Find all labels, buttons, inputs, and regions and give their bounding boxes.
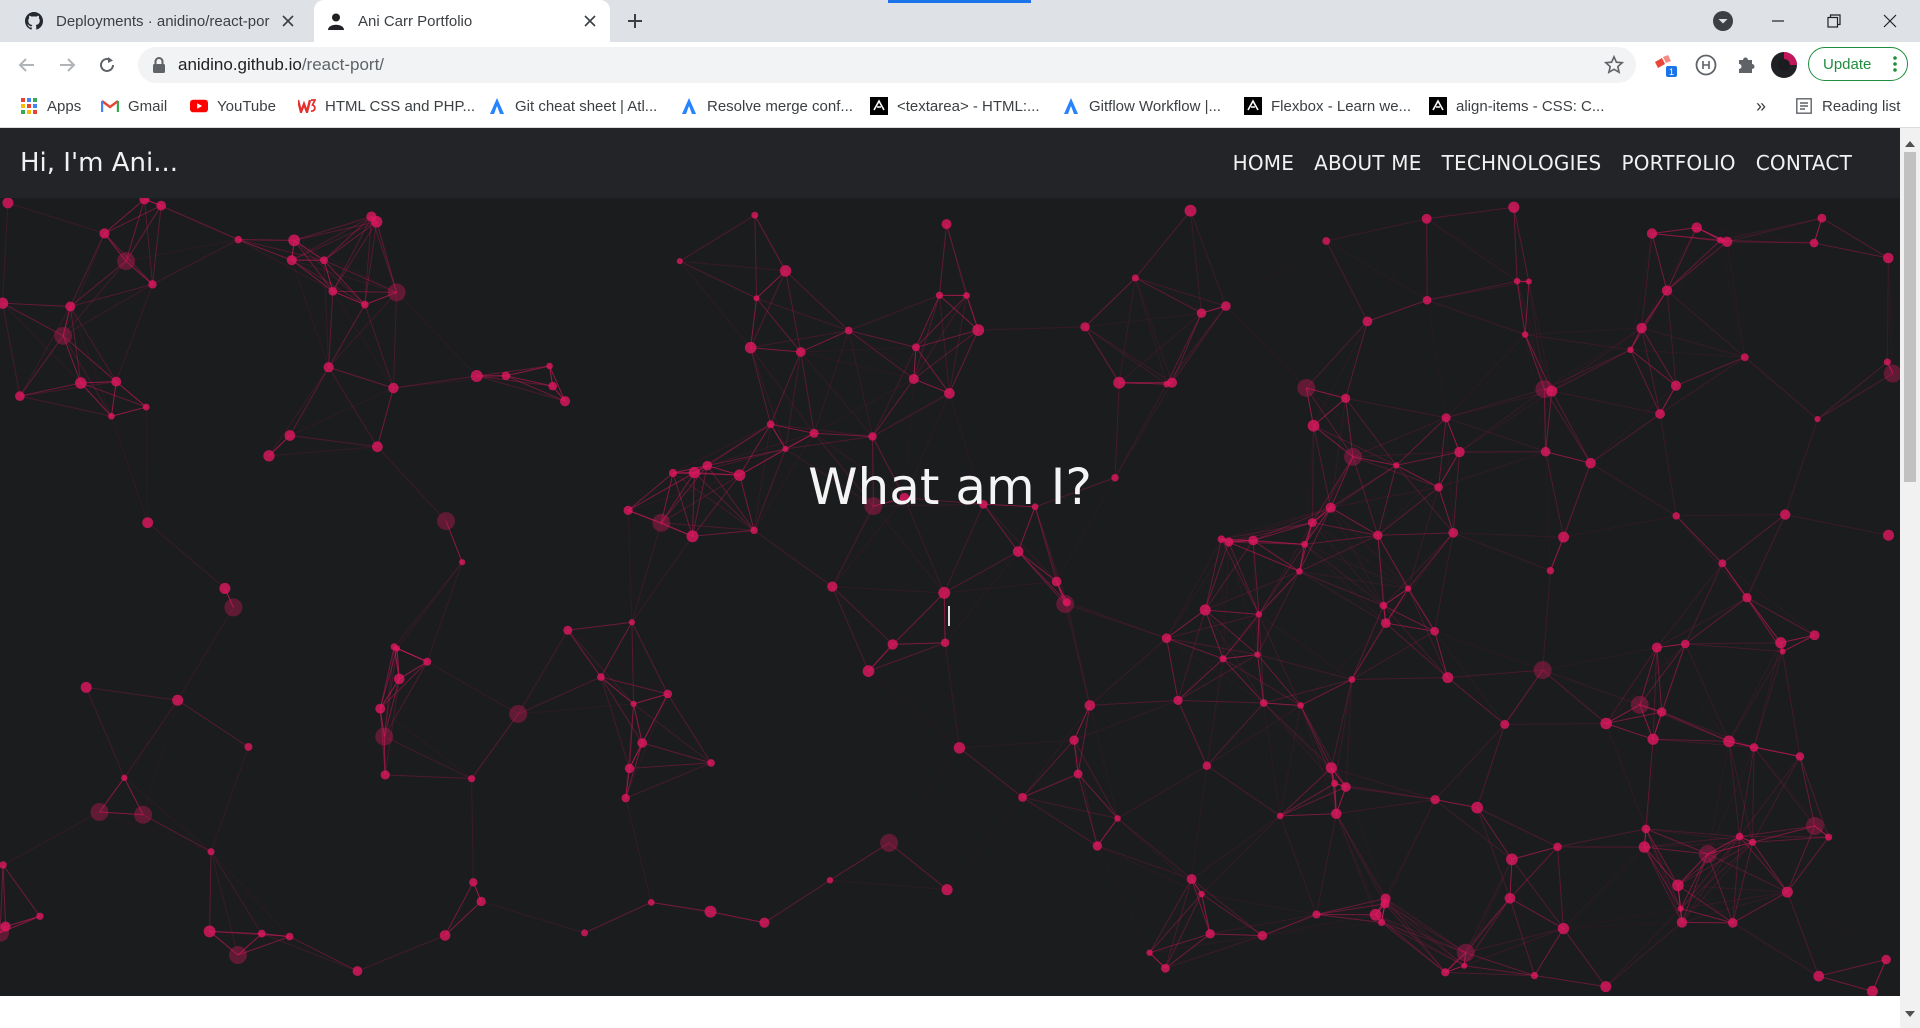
nav-contact[interactable]: CONTACT — [1756, 151, 1852, 175]
bookmark-label: Apps — [47, 97, 82, 115]
bookmark-align-items[interactable]: align-items - CSS: C... — [1429, 88, 1604, 124]
bookmarks-overflow-chevron[interactable]: » — [1756, 88, 1766, 124]
site-brand[interactable]: Hi, I'm Ani... — [20, 128, 178, 198]
close-tab-icon[interactable] — [278, 11, 298, 31]
reading-list-label: Reading list — [1822, 97, 1901, 115]
site-navbar: Hi, I'm Ani... HOME ABOUT ME TECHNOLOGIE… — [0, 128, 1900, 198]
bookmark-youtube[interactable]: YouTube — [190, 88, 276, 124]
bookmark-apps[interactable]: Apps — [20, 88, 81, 124]
bookmark-label: Gitflow Workflow |... — [1089, 97, 1221, 115]
bookmark-resolve-merge[interactable]: Resolve merge conf... — [680, 88, 853, 124]
tab-ani-carr-portfolio[interactable]: Ani Carr Portfolio — [314, 0, 610, 42]
page-below-hero — [0, 996, 1900, 1028]
profile-avatar[interactable] — [1770, 51, 1798, 79]
tab-title: Deployments · anidino/react-por — [56, 12, 270, 30]
loading-indicator — [888, 0, 1031, 3]
gmail-icon — [101, 97, 119, 115]
youtube-icon — [190, 97, 208, 115]
bookmark-label: Resolve merge conf... — [707, 97, 853, 115]
bookmark-star-icon[interactable] — [1603, 54, 1625, 80]
nav-portfolio[interactable]: PORTFOLIO — [1621, 151, 1735, 175]
bookmark-textarea[interactable]: <textarea> - HTML:... — [870, 88, 1040, 124]
typing-cursor — [948, 606, 950, 626]
reading-list-icon — [1795, 97, 1813, 115]
more-menu-icon[interactable] — [1893, 56, 1897, 76]
nav-home[interactable]: HOME — [1233, 151, 1294, 175]
nav-about-me[interactable]: ABOUT ME — [1314, 151, 1422, 175]
hero-section: What am I? — [0, 198, 1900, 996]
bookmarks-bar: Apps Gmail YouTube HTML CSS and PHP... G… — [0, 88, 1920, 128]
atlassian-icon — [680, 97, 698, 115]
tab-search-icon[interactable] — [1712, 10, 1734, 32]
tab-title: Ani Carr Portfolio — [358, 12, 473, 30]
forward-arrow-icon[interactable] — [52, 50, 82, 80]
particle-network-background — [0, 198, 1900, 996]
update-label: Update — [1823, 55, 1872, 73]
mdn-icon — [870, 97, 888, 115]
reading-list-button[interactable]: Reading list — [1795, 88, 1900, 124]
person-icon — [326, 11, 346, 31]
mdn-icon — [1244, 97, 1262, 115]
extension-badge-count: 1 — [1669, 67, 1674, 77]
extension-badge-icon[interactable]: 1 — [1651, 51, 1679, 79]
url-text: anidino.github.io/react-port/ — [178, 47, 384, 83]
bookmark-gmail[interactable]: Gmail — [101, 88, 167, 124]
apps-grid-icon — [20, 97, 38, 115]
webpage-viewport: Hi, I'm Ani... HOME ABOUT ME TECHNOLOGIE… — [0, 128, 1900, 996]
bookmark-flexbox[interactable]: Flexbox - Learn we... — [1244, 88, 1411, 124]
scroll-up-arrow-icon[interactable] — [1905, 134, 1915, 152]
reload-icon[interactable] — [92, 50, 122, 80]
extensions-puzzle-icon[interactable] — [1732, 51, 1760, 79]
site-nav-links: HOME ABOUT ME TECHNOLOGIES PORTFOLIO CON… — [1233, 128, 1852, 198]
nav-technologies[interactable]: TECHNOLOGIES — [1442, 151, 1602, 175]
bookmark-label: YouTube — [217, 97, 276, 115]
minimize-icon[interactable] — [1750, 0, 1806, 42]
bookmark-label: Gmail — [128, 97, 168, 115]
grammar-extension-icon[interactable] — [1692, 51, 1720, 79]
bookmark-gitflow[interactable]: Gitflow Workflow |... — [1062, 88, 1221, 124]
url-path: /react-port/ — [301, 55, 385, 74]
scrollbar-thumb[interactable] — [1904, 152, 1916, 482]
bookmark-html-css-php[interactable]: HTML CSS and PHP... — [298, 88, 475, 124]
restore-icon[interactable] — [1806, 0, 1862, 42]
address-bar[interactable]: anidino.github.io/react-port/ — [138, 47, 1636, 83]
mdn-icon — [1429, 97, 1447, 115]
bookmark-label: HTML CSS and PHP... — [325, 97, 476, 115]
browser-toolbar: anidino.github.io/react-port/ 1 Update — [0, 42, 1920, 88]
bookmark-git-cheat-sheet[interactable]: Git cheat sheet | Atl... — [488, 88, 657, 124]
vertical-scrollbar[interactable] — [1900, 128, 1920, 1028]
update-button[interactable]: Update — [1808, 47, 1908, 81]
close-tab-icon[interactable] — [580, 11, 600, 31]
scroll-down-arrow-icon[interactable] — [1905, 1004, 1915, 1022]
new-tab-plus-icon[interactable] — [622, 8, 648, 34]
bookmark-label: <textarea> - HTML:... — [897, 97, 1040, 115]
back-arrow-icon[interactable] — [12, 50, 42, 80]
lock-icon[interactable] — [152, 57, 166, 78]
hero-title: What am I? — [808, 458, 1092, 516]
atlassian-icon — [488, 97, 506, 115]
browser-tab-strip: Deployments · anidino/react-por Ani Carr… — [0, 0, 1920, 42]
github-icon — [24, 11, 44, 31]
w3-icon — [298, 97, 316, 115]
bookmark-label: Flexbox - Learn we... — [1271, 97, 1412, 115]
bookmark-label: align-items - CSS: C... — [1456, 97, 1605, 115]
close-window-icon[interactable] — [1862, 0, 1918, 42]
bookmark-label: Git cheat sheet | Atl... — [515, 97, 658, 115]
tab-deployments[interactable]: Deployments · anidino/react-por — [12, 0, 308, 42]
url-domain: anidino.github.io — [178, 55, 302, 74]
atlassian-icon — [1062, 97, 1080, 115]
